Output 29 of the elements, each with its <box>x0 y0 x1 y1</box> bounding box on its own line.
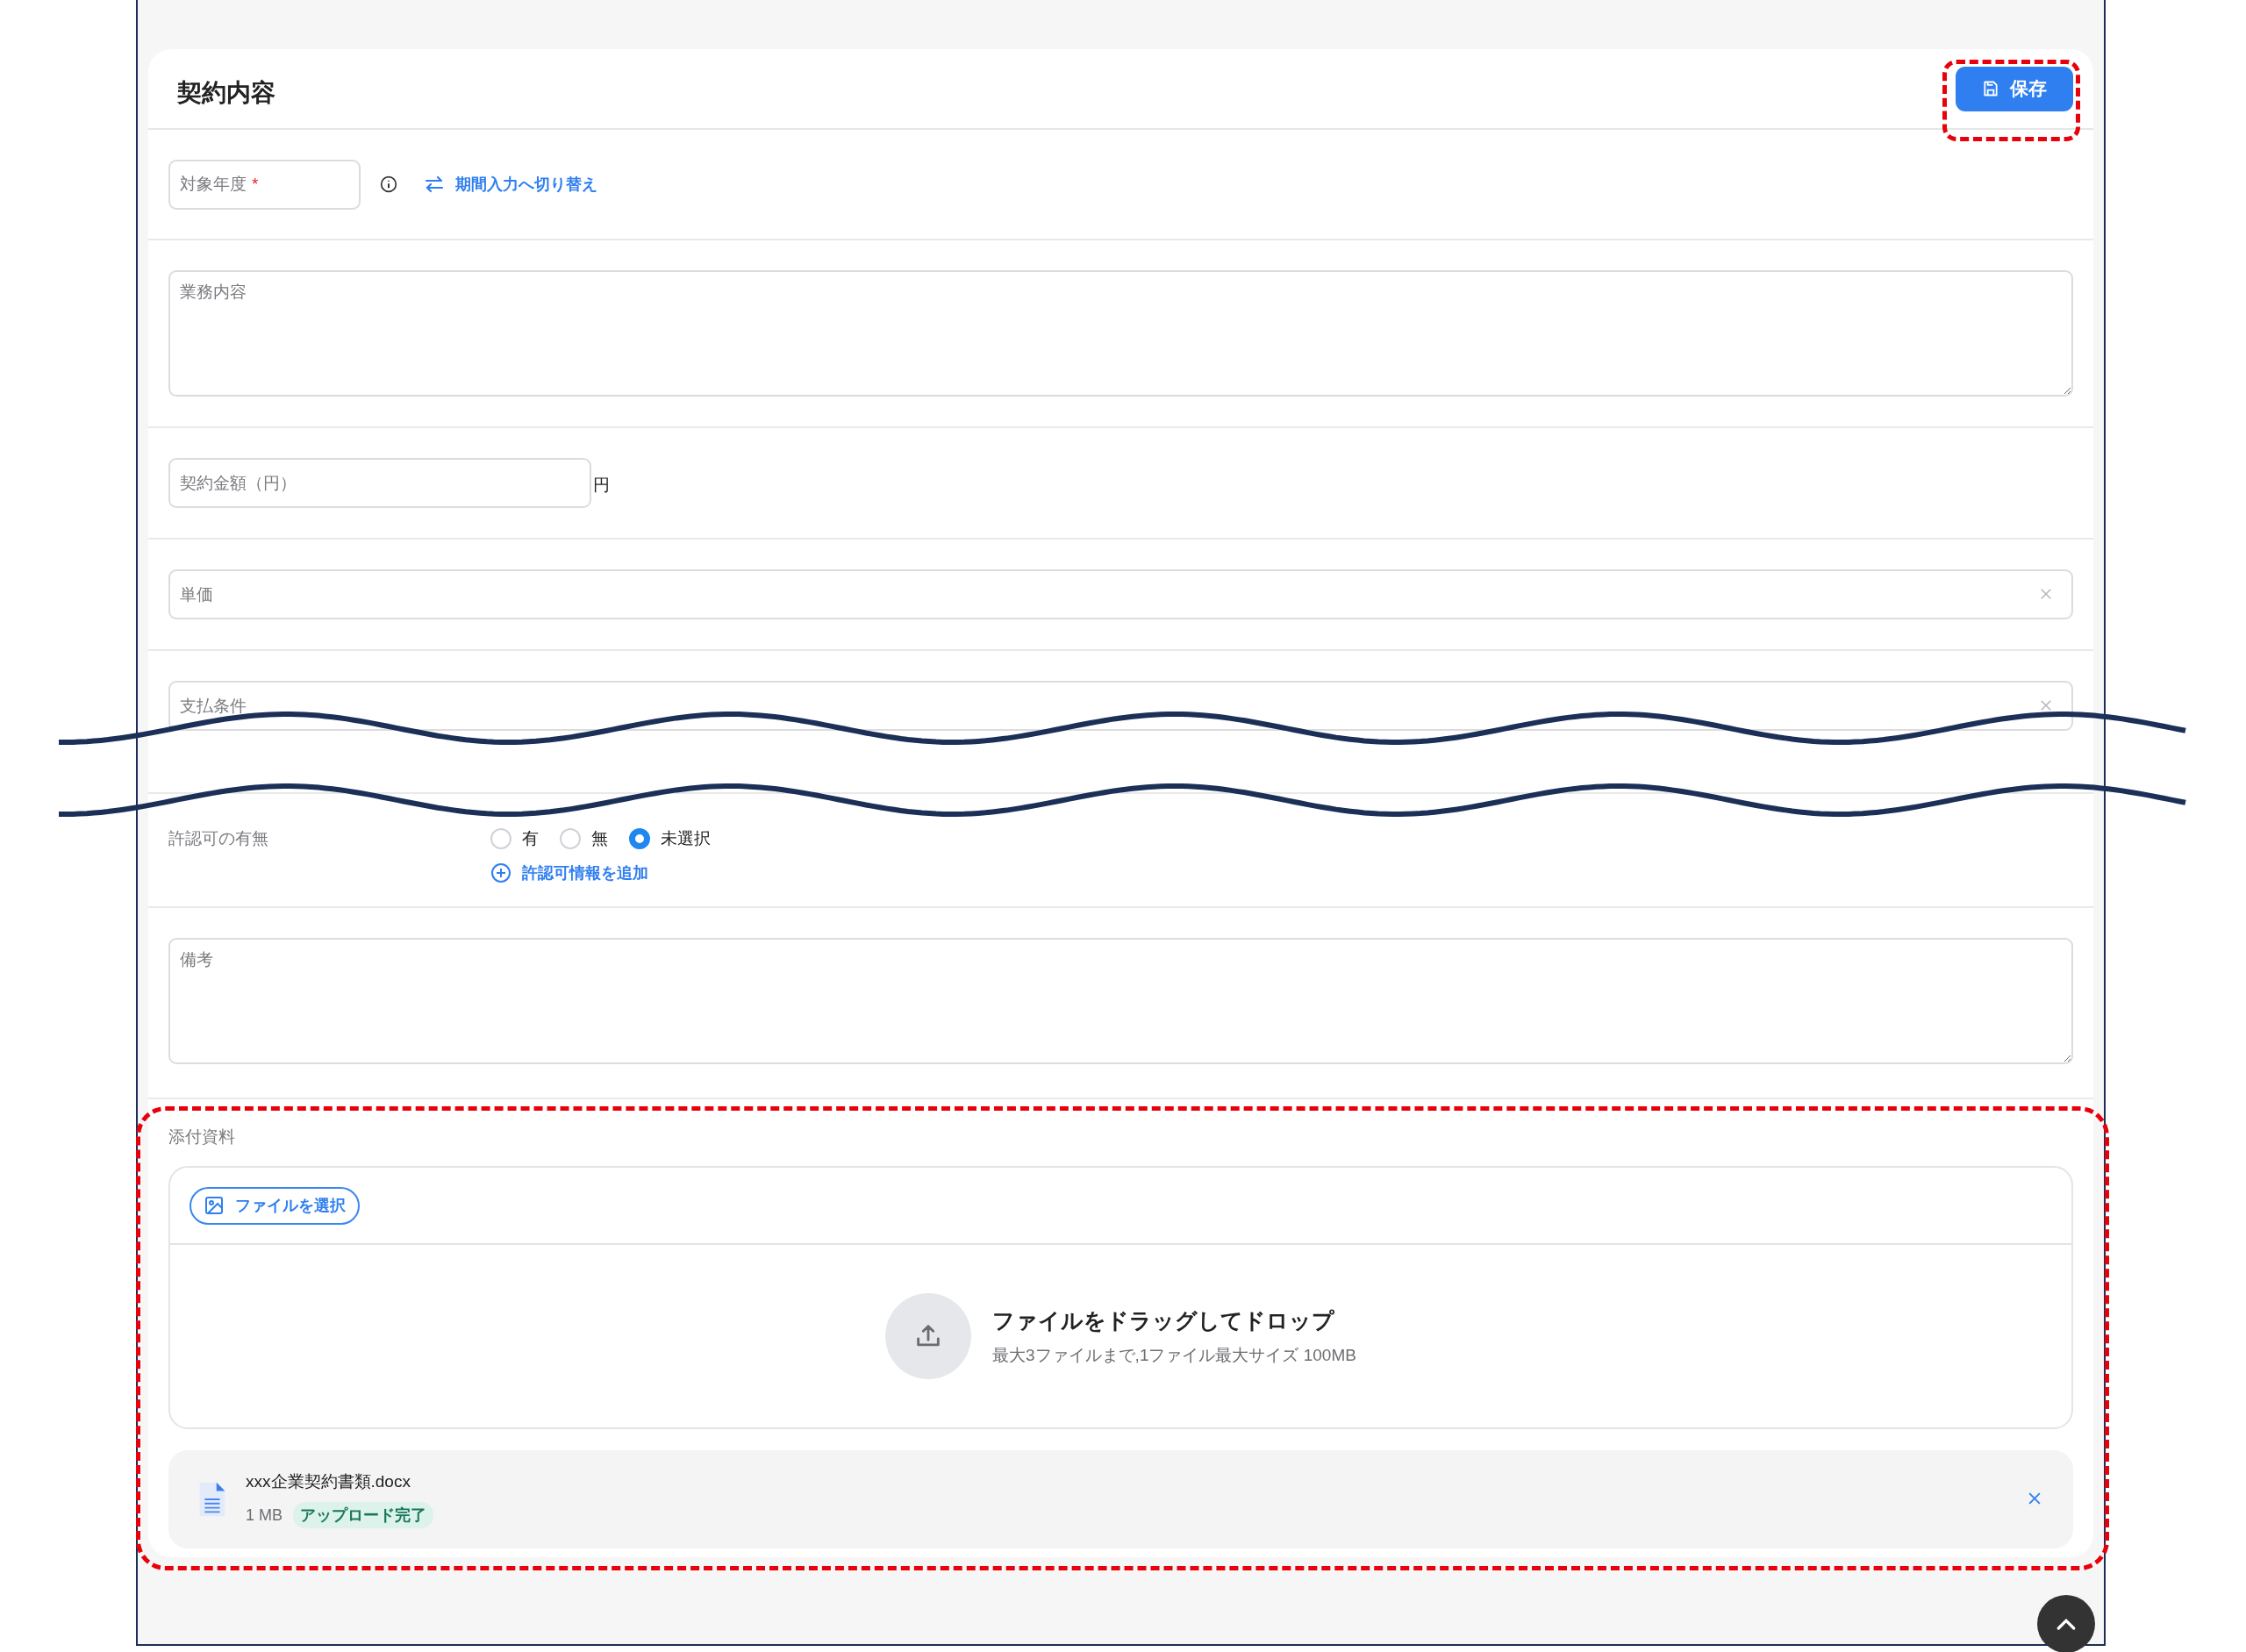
amount-field[interactable]: 契約金額（円） <box>168 458 591 508</box>
attachments-label: 添付資料 <box>168 1126 236 1148</box>
radio-option[interactable]: 有 <box>490 827 539 850</box>
unit-label: 円 <box>593 474 610 496</box>
file-name: xxx企業契約書類.docx <box>246 1471 411 1492</box>
plus-circle-icon <box>490 862 511 883</box>
status-badge: アップロード完了 <box>293 1502 433 1528</box>
radio-option[interactable]: 無 <box>560 827 608 850</box>
drop-title: ファイルをドラッグしてドロップ <box>992 1306 1336 1334</box>
section-title: 契約内容 <box>177 78 275 108</box>
drop-hint: 最大3ファイルまで,1ファイル最大サイズ 100MB <box>992 1344 1356 1366</box>
drop-zone[interactable]: ファイルを選択 ファイルをドラッグしてドロップ 最大3ファイルまで,1ファイル最大サイズ 100MB <box>168 1166 2073 1429</box>
image-icon <box>204 1195 225 1216</box>
file-size: 1 MB <box>246 1505 283 1525</box>
radio-option[interactable]: 未選択 <box>629 827 711 850</box>
swap-icon <box>424 174 445 195</box>
select-file-button[interactable]: ファイルを選択 <box>190 1186 360 1225</box>
add-permit-link[interactable]: 許認可情報を追加 <box>490 862 648 883</box>
remarks-textarea[interactable]: 備考 <box>168 938 2073 1064</box>
clear-icon[interactable] <box>2038 697 2054 713</box>
permit-label: 許認可の有無 <box>168 828 269 849</box>
save-icon <box>1982 80 1999 97</box>
unit-price-field[interactable]: 単価 <box>168 569 2073 619</box>
info-icon[interactable] <box>380 175 397 193</box>
payment-terms-field[interactable]: 支払条件 <box>168 681 2073 731</box>
save-button[interactable]: 保存 <box>1956 66 2073 111</box>
period-toggle-link[interactable]: 期間入力へ切り替え <box>424 174 597 195</box>
year-field[interactable]: 対象年度 * <box>168 159 361 210</box>
description-textarea[interactable]: 業務内容 <box>168 270 2073 397</box>
